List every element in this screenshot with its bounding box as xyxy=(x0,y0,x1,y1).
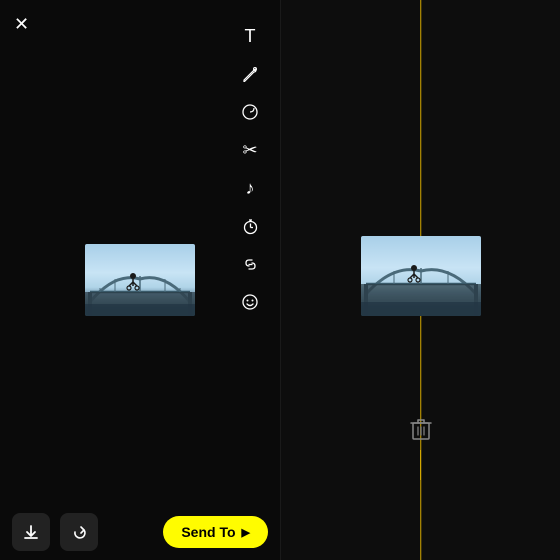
send-to-button[interactable]: Send To ▶ xyxy=(163,516,268,548)
right-timeline-panel xyxy=(280,0,560,560)
draw-tool[interactable] xyxy=(238,62,262,86)
left-editor-panel: ✕ T ✂ ♪ xyxy=(0,0,280,560)
trash-icon[interactable] xyxy=(410,417,432,447)
delete-section xyxy=(410,417,432,480)
send-to-label: Send To xyxy=(181,524,235,540)
link-tool[interactable] xyxy=(238,252,262,276)
close-button[interactable]: ✕ xyxy=(14,14,29,35)
bottom-bar: Send To ▶ xyxy=(0,504,280,560)
timer-tool[interactable] xyxy=(238,214,262,238)
emoji-tool[interactable] xyxy=(238,290,262,314)
save-button[interactable] xyxy=(12,513,50,551)
send-arrow-icon: ▶ xyxy=(242,526,250,539)
scissors-tool[interactable]: ✂ xyxy=(238,138,262,162)
timeline-connector-line xyxy=(420,450,422,480)
text-tool[interactable]: T xyxy=(238,24,262,48)
sticker-tool[interactable] xyxy=(238,100,262,124)
music-tool[interactable]: ♪ xyxy=(238,176,262,200)
snap-image-right xyxy=(361,236,481,316)
share-button[interactable] xyxy=(60,513,98,551)
editor-toolbar: T ✂ ♪ xyxy=(238,24,262,314)
snap-preview-left xyxy=(85,244,195,316)
timeline-snap-preview[interactable] xyxy=(361,236,481,316)
